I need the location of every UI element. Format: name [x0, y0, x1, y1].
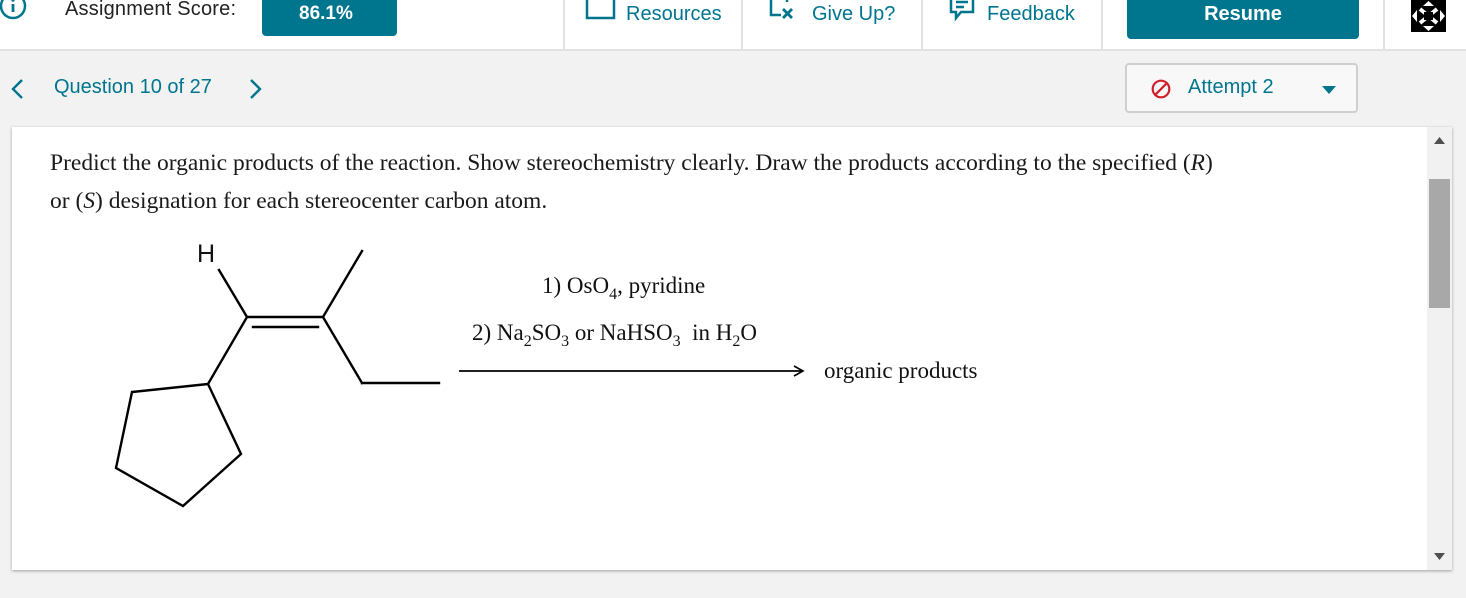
- ethyl-bond-1: [321, 315, 364, 385]
- resume-button[interactable]: Resume: [1127, 0, 1359, 39]
- no-entry-icon: [1151, 79, 1171, 99]
- question-panel: Predict the organic products of the reac…: [12, 127, 1452, 570]
- reagent-step-1: 1) OsO4, pyridine: [542, 273, 705, 303]
- chevron-left-icon[interactable]: [9, 77, 25, 101]
- vertical-scrollbar[interactable]: [1427, 127, 1452, 570]
- toolbar-divider: [1383, 0, 1385, 51]
- feedback-speech-bubble-icon: [949, 0, 975, 22]
- c-h-bond: [217, 268, 249, 319]
- assignment-score-label: Assignment Score:: [65, 0, 237, 20]
- resources-button[interactable]: Resources: [563, 0, 743, 51]
- fullscreen-arrows-icon[interactable]: [1411, 0, 1446, 32]
- feedback-button[interactable]: Feedback: [921, 0, 1103, 51]
- cyclopentane-ring: [114, 382, 243, 508]
- ring-attachment-bond: [206, 315, 249, 386]
- resources-label: Resources: [626, 3, 722, 25]
- reagent-step-2: 2) Na2SO3 or NaHSO3 in H2O: [472, 320, 757, 350]
- feedback-label: Feedback: [987, 3, 1075, 25]
- chevron-right-icon[interactable]: [248, 77, 264, 101]
- reagents: 1) OsO4, pyridine 2) Na2SO3 or NaHSO3 in…: [472, 273, 757, 350]
- scroll-up-arrow-icon[interactable]: [1434, 137, 1445, 145]
- give-up-icon: [769, 0, 793, 19]
- scroll-down-arrow-icon[interactable]: [1434, 552, 1445, 560]
- give-up-button[interactable]: Give Up?: [741, 0, 923, 51]
- attempt-label: Attempt 2: [1188, 76, 1274, 98]
- info-circle-icon[interactable]: [0, 0, 44, 20]
- scrollbar-thumb[interactable]: [1429, 179, 1450, 308]
- reactant-structure: H: [114, 240, 441, 508]
- assignment-score-badge: 86.1%: [262, 0, 397, 36]
- reaction-scheme: H 1) OsO4, pyridine 2) Na2SO3 or NaHSO3 …: [114, 240, 978, 508]
- resources-square-icon: [585, 0, 616, 20]
- give-up-label: Give Up?: [812, 3, 896, 25]
- top-bar: Assignment Score: 86.1% Resources Give U…: [0, 0, 1466, 51]
- h-atom-label: H: [197, 240, 215, 268]
- question-counter: Question 10 of 27: [54, 76, 212, 98]
- methyl-bond: [321, 249, 364, 319]
- product-label: organic products: [824, 358, 978, 383]
- attempt-dropdown[interactable]: Attempt 2: [1125, 63, 1358, 113]
- reaction-arrow: [459, 365, 805, 377]
- caret-down-icon: [1322, 86, 1336, 94]
